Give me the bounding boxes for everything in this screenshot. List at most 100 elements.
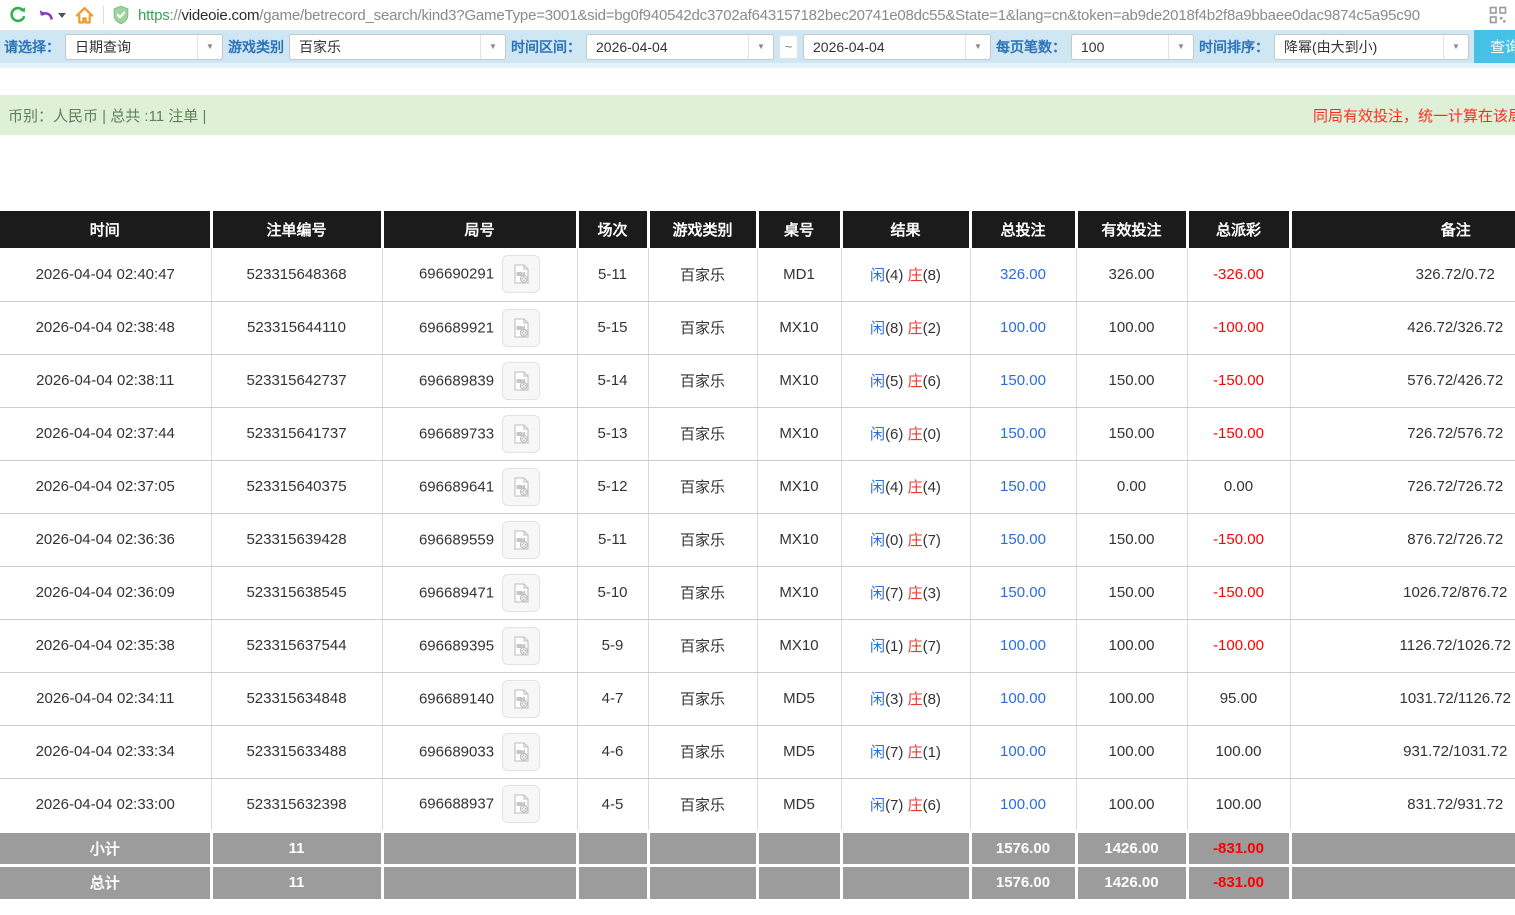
cell-total-bet[interactable]: 150.00: [970, 407, 1077, 461]
banker-result-score: (6): [922, 373, 941, 390]
cell-total-bet[interactable]: 150.00: [970, 566, 1077, 620]
cell-table-id: MD1: [757, 248, 842, 302]
cell-total-bet[interactable]: 150.00: [970, 354, 1077, 408]
cell-bet-id: 523315632398: [211, 778, 383, 832]
video-replay-button[interactable]: [502, 520, 541, 559]
cell-total-bet[interactable]: 100.00: [970, 619, 1077, 673]
security-shield-icon[interactable]: [112, 5, 130, 25]
cell-total-bet[interactable]: 100.00: [970, 301, 1077, 355]
cell-total-payout: -326.00: [1187, 248, 1291, 302]
footer-empty-remark: [1290, 829, 1515, 865]
table-row: 2026-04-04 02:35:38 523315637544 696689395…: [0, 619, 1515, 673]
cell-game-type: 百家乐: [648, 407, 758, 461]
page-size-value: 100: [1081, 38, 1105, 55]
cell-valid-bet: 100.00: [1076, 725, 1188, 779]
refresh-icon[interactable]: [8, 5, 28, 25]
player-result-label: 闲: [870, 796, 886, 814]
banker-result-label: 庄: [907, 585, 923, 602]
cell-total-bet[interactable]: 326.00: [970, 248, 1077, 302]
video-replay-button[interactable]: [502, 308, 541, 347]
cell-valid-bet: 150.00: [1076, 407, 1188, 461]
video-replay-button[interactable]: [502, 255, 541, 294]
page-size-select[interactable]: 100 ▼: [1071, 33, 1194, 60]
round-number: 696688937: [418, 795, 495, 813]
round-number: 696689559: [418, 531, 495, 548]
video-replay-button[interactable]: [502, 361, 541, 400]
footer-empty-round: [382, 829, 579, 865]
date-to-input[interactable]: 2026-04-04 ▼: [803, 33, 991, 60]
table-row: 2026-04-04 02:36:36 523315639428 696689559…: [0, 513, 1515, 567]
cell-game-type: 百家乐: [648, 778, 758, 832]
video-replay-button[interactable]: [502, 732, 541, 771]
qr-code-icon[interactable]: [1489, 6, 1507, 24]
banker-result-score: (2): [922, 320, 941, 337]
footer-empty-table: [757, 829, 843, 865]
table-header-cell: 时间: [0, 211, 213, 248]
cell-session: 5-12: [577, 460, 649, 514]
player-result-label: 闲: [870, 479, 886, 496]
toolbar-divider: [103, 6, 104, 24]
video-replay-button[interactable]: [502, 785, 541, 823]
footer-empty-table: [757, 863, 843, 899]
round-number: 696689641: [418, 478, 495, 495]
table-header-cell: 桌号: [757, 211, 843, 248]
video-replay-button[interactable]: [502, 626, 541, 665]
banker-result-label: 庄: [907, 638, 923, 655]
player-result-score: (8): [885, 320, 904, 337]
cell-time: 2026-04-04 02:36:09: [0, 566, 212, 620]
cell-session: 5-13: [577, 407, 649, 461]
summary-currency-count: 币别：人民币 | 总共 :11 注单 |: [8, 107, 207, 125]
query-type-label: 请选择：: [4, 38, 60, 55]
cell-session: 5-11: [577, 513, 649, 567]
query-type-select[interactable]: 日期查询 ▼: [65, 33, 223, 60]
cell-game-type: 百家乐: [648, 301, 758, 355]
cell-total-payout: 95.00: [1187, 672, 1291, 726]
back-icon[interactable]: [36, 5, 66, 25]
query-type-value: 日期查询: [75, 38, 131, 55]
cell-total-bet[interactable]: 100.00: [970, 778, 1077, 832]
cell-table-id: MX10: [757, 619, 842, 673]
cell-table-id: MX10: [757, 354, 842, 408]
video-file-icon: [514, 317, 529, 338]
home-icon[interactable]: [74, 5, 95, 26]
table-header-cell: 结果: [841, 211, 972, 248]
cell-round-id: 696689839: [382, 354, 578, 408]
cell-game-type: 百家乐: [648, 619, 758, 673]
cell-valid-bet: 100.00: [1076, 619, 1188, 673]
player-result-score: (4): [885, 266, 904, 284]
cell-result: 闲(7) 庄(3): [841, 566, 971, 620]
url-bar[interactable]: https://videoie.com/game/betrecord_searc…: [138, 7, 1481, 24]
cell-total-bet[interactable]: 150.00: [970, 460, 1077, 514]
footer-label: 总计: [0, 863, 213, 899]
chevron-down-icon: ▼: [1168, 34, 1193, 59]
cell-valid-bet: 150.00: [1076, 566, 1188, 620]
cell-session: 4-5: [577, 778, 649, 832]
video-replay-button[interactable]: [502, 679, 541, 718]
cell-total-bet[interactable]: 100.00: [970, 672, 1077, 726]
video-file-icon: [514, 794, 529, 814]
footer-count: 11: [211, 829, 384, 865]
back-history-caret-icon[interactable]: [58, 12, 66, 18]
player-result-score: (5): [885, 373, 904, 390]
table-row: 2026-04-04 02:40:47 523315648368 696690291…: [0, 248, 1515, 302]
cell-total-bet[interactable]: 100.00: [970, 725, 1077, 779]
video-file-icon: [514, 688, 529, 709]
cell-time: 2026-04-04 02:33:00: [0, 778, 212, 832]
search-button[interactable]: 查询: [1474, 30, 1515, 63]
player-result-score: (4): [885, 479, 904, 496]
footer-empty-game: [648, 829, 759, 865]
table-footer-row: 总计 11 1576.00 1426.00 -831.00: [0, 863, 1515, 899]
cell-time: 2026-04-04 02:37:44: [0, 407, 212, 461]
date-from-input[interactable]: 2026-04-04 ▼: [586, 33, 774, 60]
game-type-select[interactable]: 百家乐 ▼: [289, 33, 506, 60]
cell-round-id: 696690291: [382, 248, 578, 302]
video-replay-button[interactable]: [502, 414, 541, 453]
cell-total-bet[interactable]: 150.00: [970, 513, 1077, 567]
footer-empty-result: [841, 863, 972, 899]
video-replay-button[interactable]: [502, 573, 541, 612]
video-replay-button[interactable]: [502, 467, 541, 506]
table-header-cell: 总投注: [970, 211, 1078, 248]
cell-table-id: MD5: [757, 672, 842, 726]
time-sort-select[interactable]: 降幂(由大到小) ▼: [1274, 33, 1469, 60]
player-result-score: (0): [885, 532, 904, 549]
